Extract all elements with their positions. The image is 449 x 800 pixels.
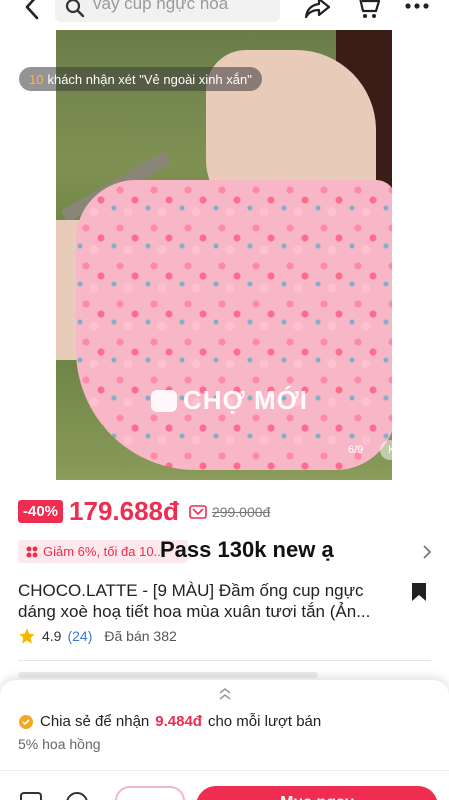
share-prefix: Chia sẻ để nhận <box>40 713 150 730</box>
size-chip[interactable]: Kích cỡ <box>380 440 434 460</box>
original-price: 299.000đ <box>211 503 271 520</box>
share-icon[interactable] <box>303 0 331 20</box>
share-earn-line[interactable]: Chia sẻ để nhận 9.484đ cho mỗi lượt bán <box>18 713 321 730</box>
review-count-link[interactable]: (24) <box>67 628 92 644</box>
sale-price: 179.688đ <box>69 496 179 526</box>
top-bar: váy cúp ngực hoa <box>0 0 449 30</box>
cart-icon[interactable] <box>355 0 381 20</box>
voucher-icon <box>26 546 38 557</box>
add-to-cart-button[interactable] <box>115 786 185 800</box>
coin-icon <box>19 714 33 729</box>
product-title: CHOCO.LATTE - [9 MÀU] Đầm ống cup ngực d… <box>18 581 371 621</box>
watermark-logo-icon <box>151 389 177 412</box>
search-icon <box>65 0 85 18</box>
sheet-divider <box>0 770 449 771</box>
commission-rate: 5% hoa hồng <box>18 736 101 752</box>
faded-shipping-row <box>18 672 318 678</box>
rating-value: 4.9 <box>42 628 62 644</box>
bottom-action-bar: Mua ngay <box>0 782 449 800</box>
watermark: CHỢ MỚI <box>151 385 308 416</box>
overlay-caption: Pass 130k new ạ <box>160 537 334 562</box>
chevron-right-icon[interactable] <box>422 545 432 559</box>
share-suffix: cho mỗi lượt bán <box>207 713 322 730</box>
search-bar[interactable]: váy cúp ngực hoa <box>55 0 280 22</box>
review-highlight-chip[interactable]: 10 khách nhận xét "Vẻ ngoài xinh xắn" <box>19 67 262 91</box>
chat-icon[interactable] <box>66 792 88 800</box>
share-amount: 9.484đ <box>155 713 202 730</box>
review-chip-count: 10 <box>29 71 44 87</box>
rating-row: 4.9 (24) Đã bán 382 <box>18 627 177 645</box>
voucher-text: Giảm 6%, tối đa 10... <box>43 544 165 559</box>
divider <box>18 660 431 661</box>
buy-now-button[interactable]: Mua ngay <box>196 786 438 800</box>
bookmark-icon[interactable] <box>411 582 427 602</box>
coupon-ticket-icon <box>189 504 207 519</box>
expand-up-icon[interactable] <box>218 687 232 701</box>
back-arrow-icon[interactable] <box>22 0 44 20</box>
discount-badge: -40% <box>18 500 64 523</box>
product-image[interactable]: CHỢ MỚI 6/9 <box>56 30 392 480</box>
search-placeholder: váy cúp ngực hoa <box>93 0 229 13</box>
watermark-text: CHỢ MỚI <box>183 385 309 415</box>
image-page-indicator: 6/9 <box>348 444 364 456</box>
sold-count: Đã bán 382 <box>104 628 177 644</box>
shop-icon[interactable] <box>20 792 42 800</box>
price-row: -40% 179.688đ 299.000đ <box>18 496 270 527</box>
star-icon <box>19 628 35 644</box>
review-chip-text: khách nhận xét "Vẻ ngoài xinh xắn" <box>47 71 252 87</box>
more-options-icon[interactable] <box>404 2 430 10</box>
